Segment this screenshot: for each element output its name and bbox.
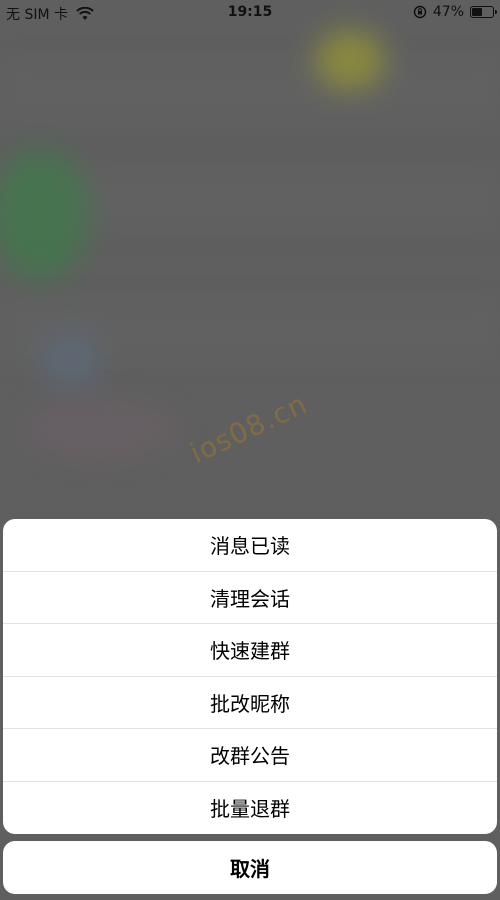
blur-shape	[315, 30, 385, 90]
cancel-button[interactable]: 取消	[3, 841, 497, 894]
action-batch-leave-groups[interactable]: 批量退群	[3, 782, 497, 835]
blur-shape	[20, 400, 180, 460]
action-quick-create-group[interactable]: 快速建群	[3, 624, 497, 677]
action-sheet: 消息已读 清理会话 快速建群 批改昵称 改群公告 批量退群	[3, 519, 497, 834]
action-mark-read[interactable]: 消息已读	[3, 519, 497, 572]
blur-shape	[40, 330, 100, 390]
blur-band	[0, 60, 500, 120]
action-edit-group-notice[interactable]: 改群公告	[3, 729, 497, 782]
status-bar: 无 SIM 卡 19:15 47%	[0, 0, 500, 26]
battery-icon	[470, 6, 497, 18]
battery-percent: 47%	[432, 4, 464, 20]
status-right: 47%	[413, 4, 497, 20]
action-batch-edit-nickname[interactable]: 批改昵称	[3, 677, 497, 729]
rotation-lock-icon	[413, 5, 427, 19]
action-clear-sessions[interactable]: 清理会话	[3, 572, 497, 624]
